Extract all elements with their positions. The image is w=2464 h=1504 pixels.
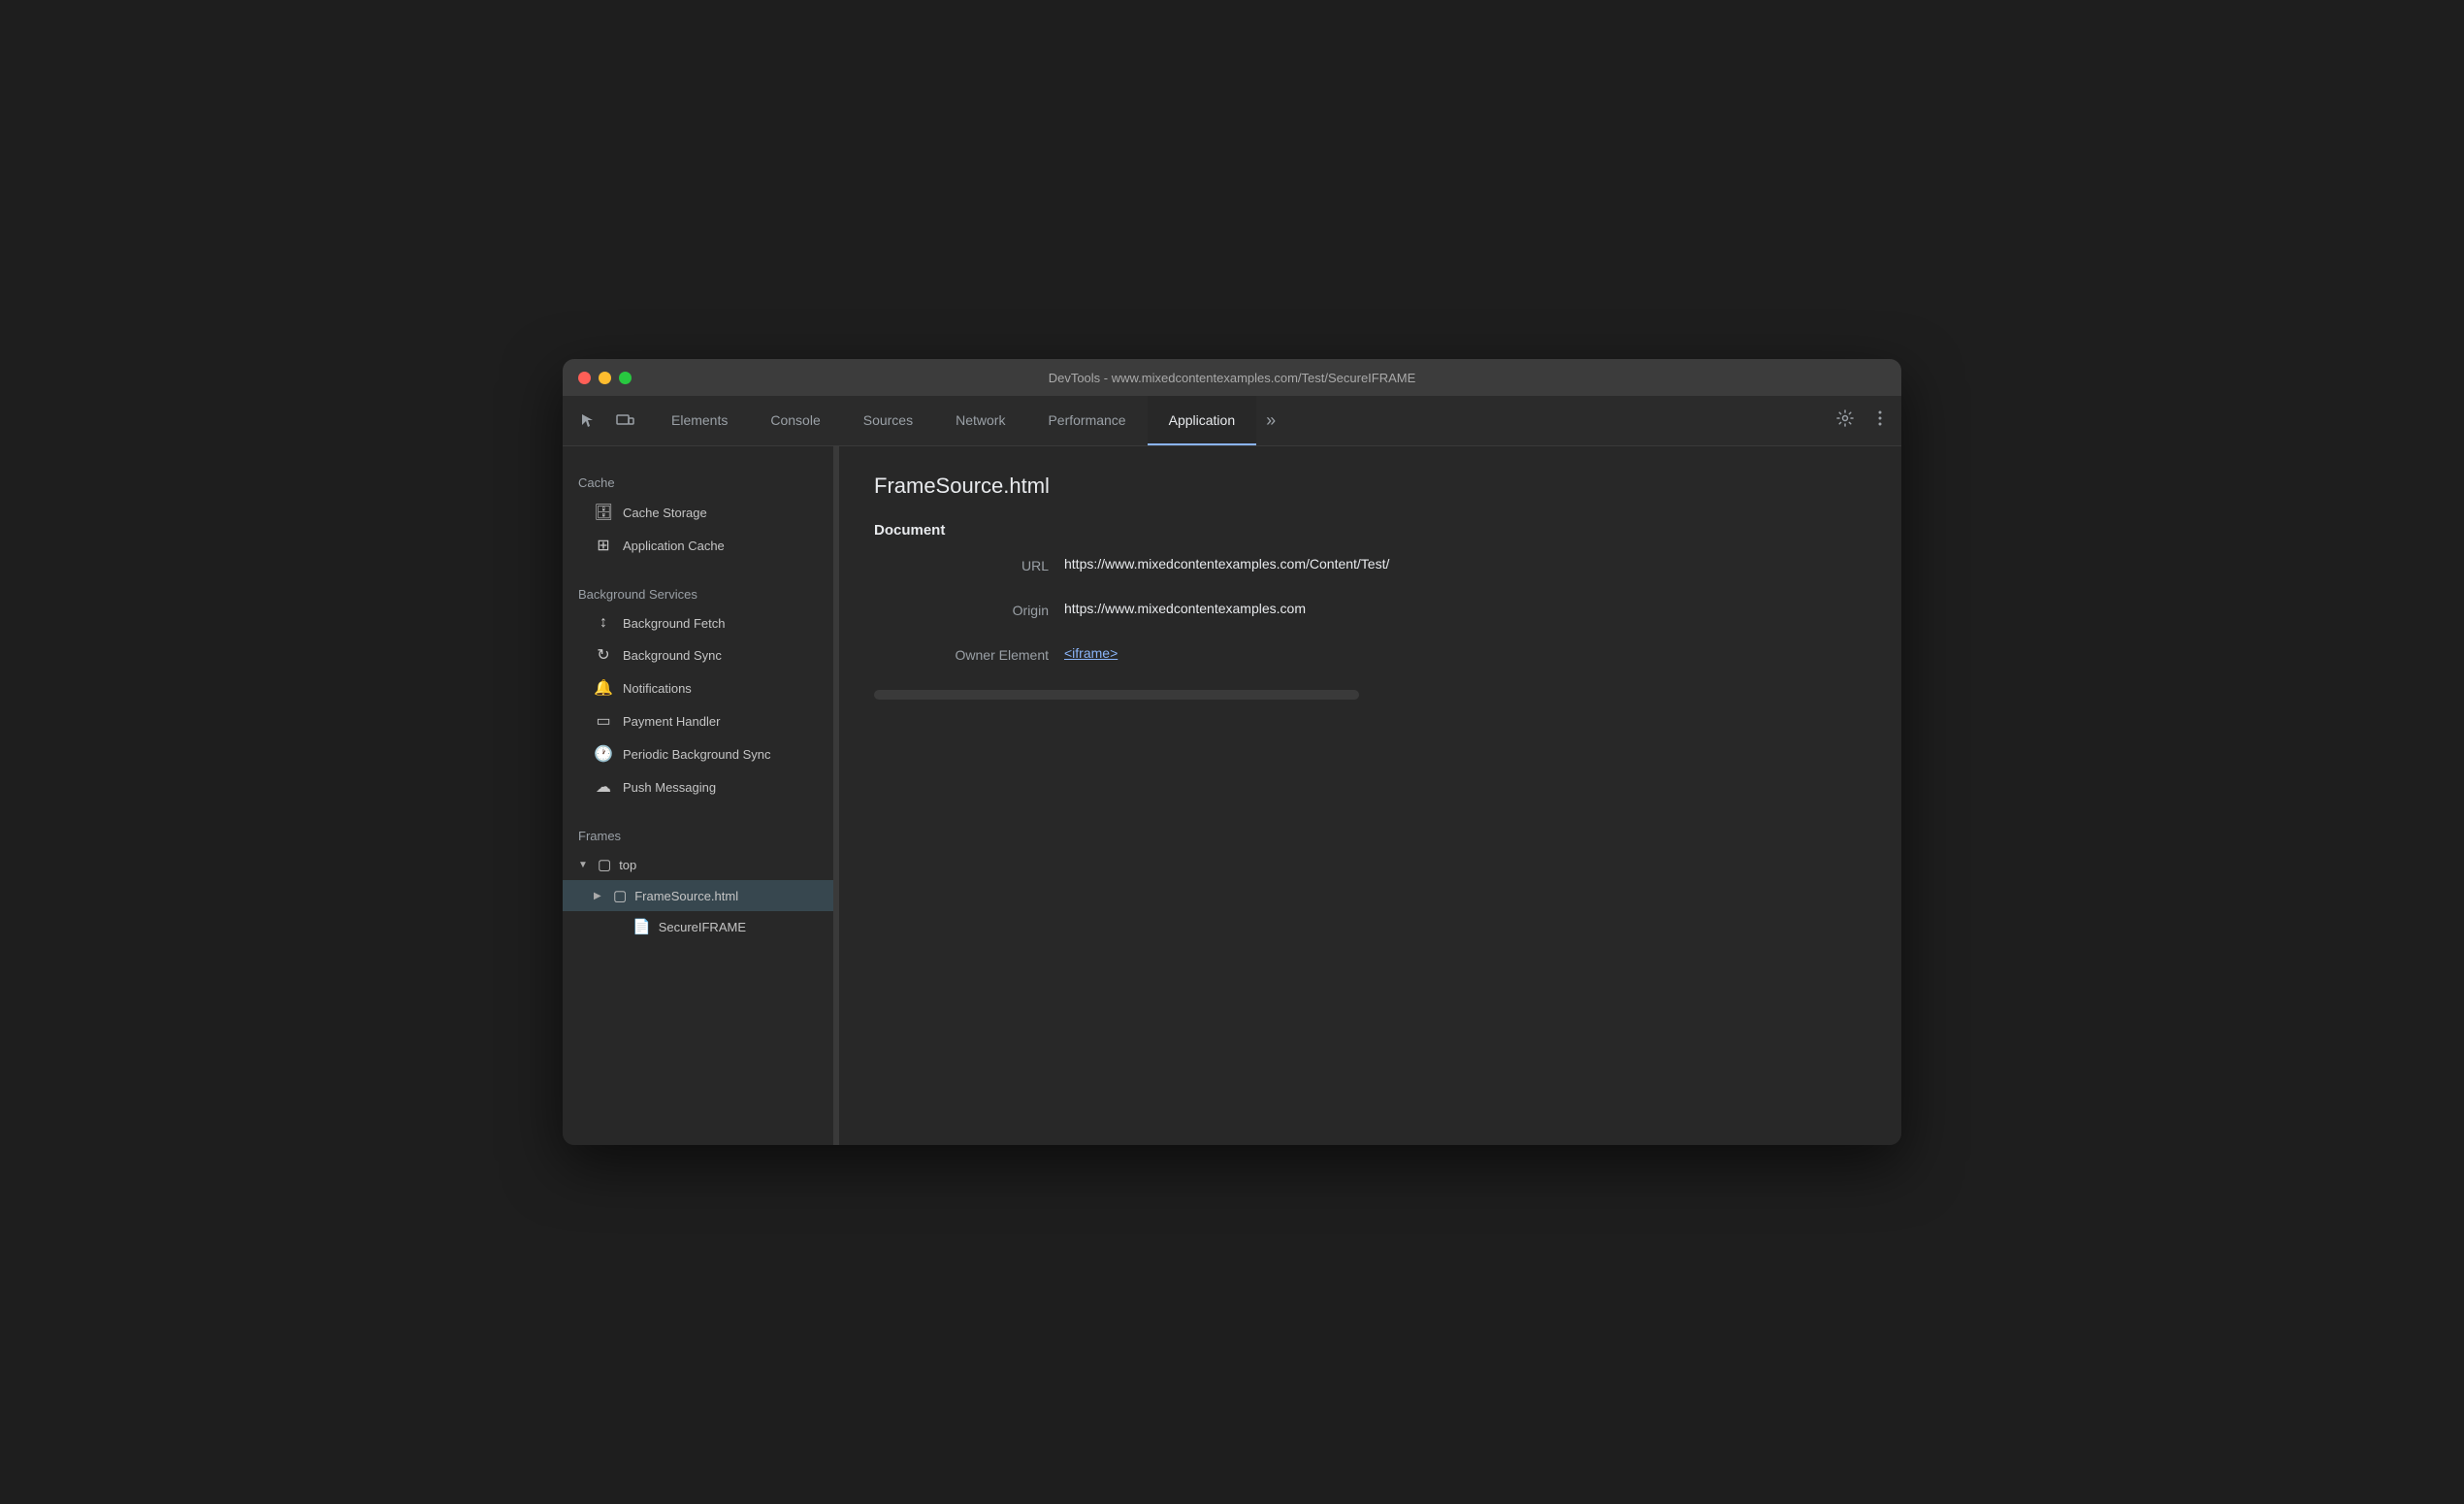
- document-heading: Document: [874, 522, 1866, 539]
- more-tabs-button[interactable]: »: [1256, 396, 1285, 445]
- cloud-icon: ☁: [594, 777, 613, 797]
- bg-services-section-label: Background Services: [563, 581, 833, 607]
- grid-icon: ⊞: [594, 536, 613, 555]
- tab-bar: Elements Console Sources Network Perform…: [563, 396, 1901, 446]
- sync-icon: ↻: [594, 645, 613, 665]
- sidebar-item-background-sync[interactable]: ↻ Background Sync: [563, 638, 833, 671]
- title-bar: DevTools - www.mixedcontentexamples.com/…: [563, 359, 1901, 396]
- settings-icon[interactable]: [1835, 409, 1855, 433]
- tabs: Elements Console Sources Network Perform…: [650, 396, 1824, 445]
- frame-folder-icon: ▢: [598, 856, 611, 873]
- traffic-lights: [578, 372, 632, 384]
- tab-application[interactable]: Application: [1148, 396, 1257, 445]
- chevron-down-icon: ▼: [578, 860, 590, 870]
- url-value: https://www.mixedcontentexamples.com/Con…: [1064, 556, 1866, 573]
- main-area: Cache 🗄 Cache Storage ⊞ Application Cach…: [563, 446, 1901, 1145]
- sidebar-item-notifications[interactable]: 🔔 Notifications: [563, 671, 833, 704]
- origin-label: Origin: [874, 601, 1049, 618]
- content-panel: FrameSource.html Document URL https://ww…: [839, 446, 1901, 1145]
- sidebar-item-application-cache[interactable]: ⊞ Application Cache: [563, 529, 833, 562]
- tab-console[interactable]: Console: [749, 396, 841, 445]
- payment-icon: ▭: [594, 711, 613, 731]
- fetch-icon: ↕: [594, 614, 613, 632]
- more-options-icon[interactable]: [1870, 409, 1890, 433]
- bell-icon: 🔔: [594, 678, 613, 698]
- cache-section-label: Cache: [563, 470, 833, 496]
- frame-item-framesource[interactable]: ▶ ▢ FrameSource.html: [563, 880, 833, 911]
- inspect-icon[interactable]: [574, 408, 601, 435]
- info-grid: URL https://www.mixedcontentexamples.com…: [874, 556, 1866, 663]
- owner-element-link[interactable]: <iframe>: [1064, 645, 1866, 663]
- minimize-button[interactable]: [599, 372, 611, 384]
- window-title: DevTools - www.mixedcontentexamples.com/…: [1049, 371, 1416, 385]
- page-title: FrameSource.html: [874, 474, 1866, 499]
- close-button[interactable]: [578, 372, 591, 384]
- database-icon: 🗄: [594, 503, 613, 522]
- tab-actions: [1824, 396, 1901, 445]
- frames-section-label: Frames: [563, 823, 833, 849]
- maximize-button[interactable]: [619, 372, 632, 384]
- sidebar-item-background-fetch[interactable]: ↕ Background Fetch: [563, 607, 833, 638]
- tab-network[interactable]: Network: [934, 396, 1026, 445]
- tab-sources[interactable]: Sources: [842, 396, 934, 445]
- device-toggle-icon[interactable]: [611, 408, 638, 435]
- progress-bar: [874, 690, 1359, 700]
- origin-value: https://www.mixedcontentexamples.com: [1064, 601, 1866, 618]
- sidebar-item-cache-storage[interactable]: 🗄 Cache Storage: [563, 496, 833, 529]
- chevron-right-icon: ▶: [594, 891, 605, 901]
- url-label: URL: [874, 556, 1049, 573]
- tab-elements[interactable]: Elements: [650, 396, 749, 445]
- tab-performance[interactable]: Performance: [1026, 396, 1147, 445]
- sidebar-item-periodic-bg-sync[interactable]: 🕐 Periodic Background Sync: [563, 737, 833, 770]
- frame-folder-icon-2: ▢: [613, 887, 627, 904]
- frame-item-secureiframe[interactable]: 📄 SecureIFRAME: [563, 911, 833, 942]
- devtools-window: DevTools - www.mixedcontentexamples.com/…: [563, 359, 1901, 1145]
- sidebar-item-push-messaging[interactable]: ☁ Push Messaging: [563, 770, 833, 803]
- owner-element-label: Owner Element: [874, 645, 1049, 663]
- clock-icon: 🕐: [594, 744, 613, 764]
- tab-icon-area: [563, 396, 650, 445]
- sidebar: Cache 🗄 Cache Storage ⊞ Application Cach…: [563, 446, 834, 1145]
- frame-item-top[interactable]: ▼ ▢ top: [563, 849, 833, 880]
- file-icon: 📄: [632, 918, 651, 935]
- sidebar-item-payment-handler[interactable]: ▭ Payment Handler: [563, 704, 833, 737]
